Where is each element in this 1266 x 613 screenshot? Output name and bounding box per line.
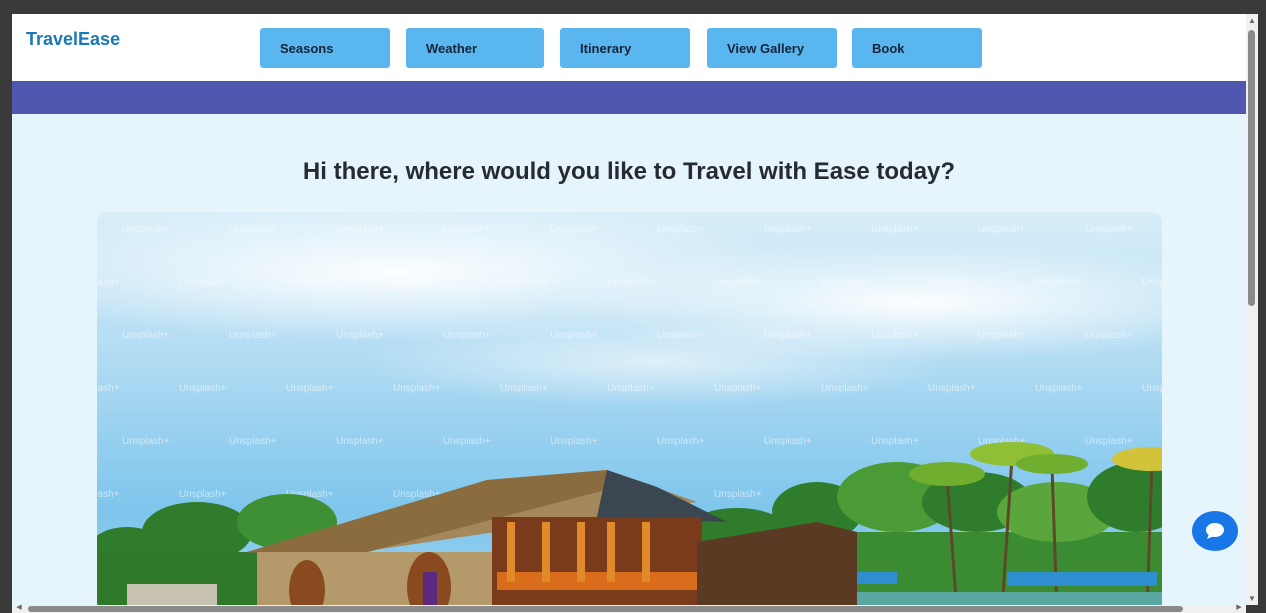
watermark-text: Unsplash+ <box>1085 330 1133 341</box>
watermark-text: Unsplash+ <box>122 330 170 341</box>
watermark-text: Unsplash+ <box>336 224 384 235</box>
nav-seasons-button[interactable]: Seasons <box>260 28 390 68</box>
hero-image: Unsplash+ Unsplash+ Unsplash+ Unsplash+ Unsp… <box>97 212 1162 605</box>
scroll-down-icon[interactable]: ▼ <box>1247 594 1257 604</box>
watermark-text: Unsplash+ <box>229 330 277 341</box>
watermark-text: Unsplash+ <box>928 383 976 394</box>
watermark-text: Unsplash+ <box>657 330 705 341</box>
watermark-text: Unsplash+ <box>443 330 491 341</box>
watermark-text: Unsplash+ <box>443 224 491 235</box>
watermark-text: Unsplash+ <box>871 436 919 447</box>
watermark-text: Unsplash+ <box>122 224 170 235</box>
watermark-text: Unsplash+ <box>122 436 170 447</box>
vertical-scrollbar[interactable]: ▲ ▼ <box>1246 14 1258 605</box>
hero-illustration: Unsplash+ Unsplash+ Unsplash+ Unsplash+ Unsp… <box>97 212 1162 605</box>
watermark-text: Unsplash+ <box>657 436 705 447</box>
watermark-text: Unsplash+ <box>97 383 120 394</box>
watermark-text: Unsplash+ <box>393 383 441 394</box>
horizontal-scrollbar[interactable]: ◀ ▶ <box>12 604 1246 613</box>
nav-view-gallery-button[interactable]: View Gallery <box>707 28 837 68</box>
watermark-text: Unsplash+ <box>393 277 441 288</box>
nav-book-button[interactable]: Book <box>852 28 982 68</box>
watermark-text: Unsplash+ <box>179 277 227 288</box>
watermark-text: Unsplash+ <box>179 383 227 394</box>
watermark-text: Unsplash+ <box>821 277 869 288</box>
watermark-text: Unsplash+ <box>443 436 491 447</box>
watermark-text: Unsplash+ <box>764 224 812 235</box>
scroll-left-icon[interactable]: ◀ <box>14 604 24 612</box>
vertical-scroll-thumb[interactable] <box>1248 30 1255 306</box>
watermark-text: Unsplash+ <box>1035 277 1083 288</box>
watermark-text: Unsplash+ <box>179 489 227 500</box>
chat-button[interactable] <box>1192 511 1238 551</box>
watermark-text: Unsplash+ <box>1085 224 1133 235</box>
watermark-text: Unsplash+ <box>978 330 1026 341</box>
watermark-text: Unsplash+ <box>657 224 705 235</box>
watermark-text: Unsplash+ <box>550 436 598 447</box>
page-viewport: TravelEase Seasons Weather Itinerary Vie… <box>12 14 1246 605</box>
watermark-text: Unsplash+ <box>1035 383 1083 394</box>
site-logo[interactable]: TravelEase <box>26 29 120 50</box>
chat-bubble-icon <box>1206 523 1224 539</box>
watermark-text: Unsplash+ <box>978 224 1026 235</box>
scroll-up-icon[interactable]: ▲ <box>1247 16 1257 26</box>
watermark-text: Unsplash+ <box>286 277 334 288</box>
banner-strip <box>12 81 1246 114</box>
watermark-text: Unsplash+ <box>928 277 976 288</box>
watermark-text: Unsplash+ <box>1142 277 1162 288</box>
watermark-text: Unsplash+ <box>607 277 655 288</box>
watermark-text: Unsplash+ <box>764 330 812 341</box>
horizontal-scroll-thumb[interactable] <box>28 606 1183 612</box>
watermark-text: Unsplash+ <box>500 277 548 288</box>
watermark-text: Unsplash+ <box>286 383 334 394</box>
site-header: TravelEase Seasons Weather Itinerary Vie… <box>12 14 1246 81</box>
watermark-text: Unsplash+ <box>97 277 120 288</box>
watermark-text: Unsplash+ <box>500 383 548 394</box>
nav-weather-button[interactable]: Weather <box>406 28 544 68</box>
watermark-text: Unsplash+ <box>550 224 598 235</box>
watermark-text: Unsplash+ <box>714 277 762 288</box>
watermark-text: Unsplash+ <box>229 436 277 447</box>
watermark-text: Unsplash+ <box>97 489 120 500</box>
nav-itinerary-button[interactable]: Itinerary <box>560 28 690 68</box>
page-heading: Hi there, where would you like to Travel… <box>302 158 956 185</box>
watermark-text: Unsplash+ <box>1142 383 1162 394</box>
watermark-text: Unsplash+ <box>607 383 655 394</box>
watermark-text: Unsplash+ <box>550 330 598 341</box>
watermark-text: Unsplash+ <box>229 224 277 235</box>
watermark-text: Unsplash+ <box>821 383 869 394</box>
watermark-text: Unsplash+ <box>336 330 384 341</box>
watermark-text: Unsplash+ <box>871 330 919 341</box>
scroll-right-icon[interactable]: ▶ <box>1234 604 1244 612</box>
watermark-text: Unsplash+ <box>714 383 762 394</box>
watermark-text: Unsplash+ <box>871 224 919 235</box>
watermark-text: Unsplash+ <box>336 436 384 447</box>
watermark-text: Unsplash+ <box>714 489 762 500</box>
watermark-text: Unsplash+ <box>1085 436 1133 447</box>
watermark-text: Unsplash+ <box>764 436 812 447</box>
